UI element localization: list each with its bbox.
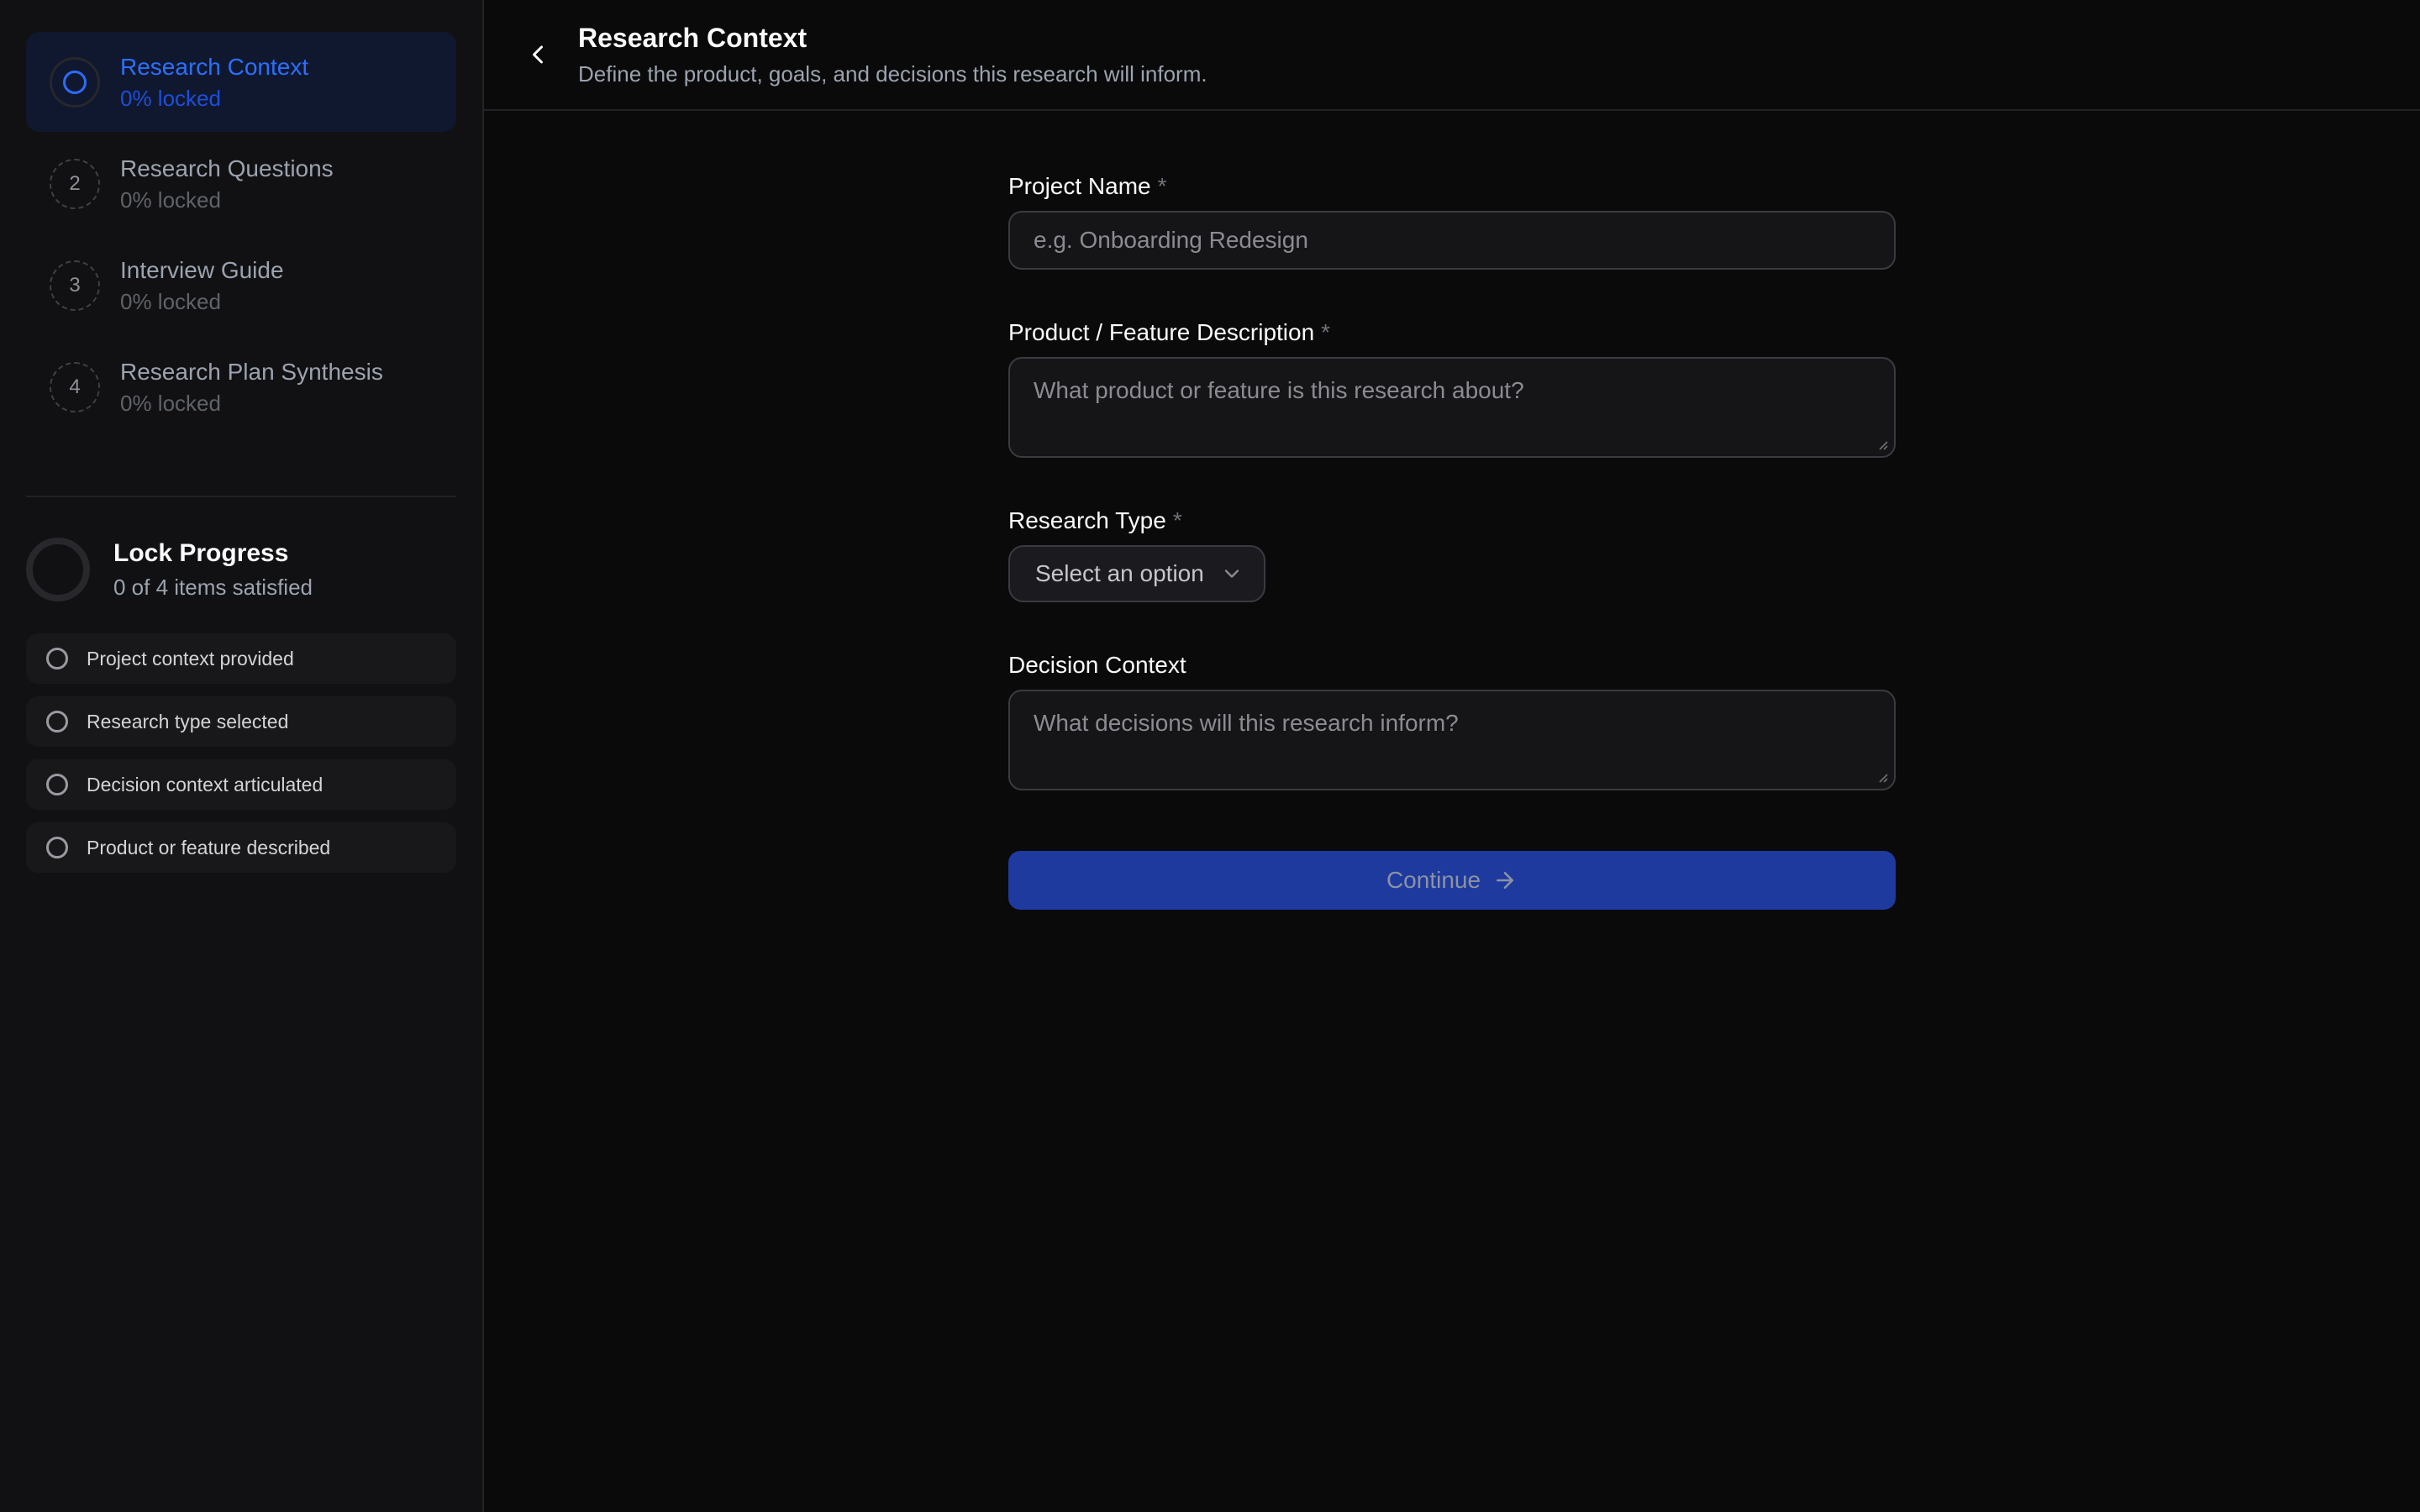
- step-locked-label: 0% locked: [120, 186, 334, 213]
- decision-context-textarea[interactable]: [1008, 690, 1896, 790]
- step-number-badge: 4: [50, 362, 100, 412]
- step-title: Research Context: [120, 53, 308, 81]
- circle-icon: [46, 711, 68, 732]
- chevron-left-icon: [523, 39, 553, 70]
- sidebar-step-interview-guide[interactable]: 3 Interview Guide 0% locked: [26, 235, 456, 335]
- project-name-label: Project Name *: [1008, 172, 1896, 201]
- page-title: Research Context: [578, 22, 1207, 54]
- product-description-label: Product / Feature Description *: [1008, 318, 1896, 347]
- step-text: Research Plan Synthesis 0% locked: [120, 358, 383, 417]
- label-text: Decision Context: [1008, 652, 1186, 678]
- main-panel: Research Context Define the product, goa…: [484, 0, 2420, 1512]
- step-number-badge: 3: [50, 260, 100, 311]
- project-name-group: Project Name *: [1008, 172, 1896, 270]
- lock-progress-section: Lock Progress 0 of 4 items satisfied: [26, 538, 456, 601]
- sidebar-step-research-plan-synthesis[interactable]: 4 Research Plan Synthesis 0% locked: [26, 337, 456, 437]
- research-context-form: Project Name * Product / Feature Descript…: [1008, 111, 1896, 910]
- sidebar-divider: [26, 496, 456, 497]
- step-list: Research Context 0% locked 2 Research Qu…: [26, 32, 456, 437]
- product-description-group: Product / Feature Description *: [1008, 318, 1896, 458]
- research-type-select[interactable]: Select an option: [1008, 545, 1265, 602]
- checklist-item: Decision context articulated: [26, 759, 456, 810]
- circle-icon: [46, 774, 68, 795]
- step-title: Interview Guide: [120, 256, 284, 285]
- checklist-item-label: Research type selected: [87, 711, 288, 733]
- lock-progress-text: Lock Progress 0 of 4 items satisfied: [113, 538, 313, 601]
- circle-icon: [46, 648, 68, 669]
- checklist-item-label: Product or feature described: [87, 837, 330, 859]
- label-text: Product / Feature Description: [1008, 319, 1314, 345]
- sidebar: Research Context 0% locked 2 Research Qu…: [0, 0, 484, 1512]
- required-asterisk: *: [1173, 507, 1182, 533]
- required-asterisk: *: [1321, 319, 1330, 345]
- sidebar-step-research-questions[interactable]: 2 Research Questions 0% locked: [26, 134, 456, 234]
- label-text: Research Type: [1008, 507, 1166, 533]
- sidebar-step-research-context[interactable]: Research Context 0% locked: [26, 32, 456, 132]
- step-title: Research Plan Synthesis: [120, 358, 383, 386]
- circle-icon: [46, 837, 68, 858]
- app-root: Research Context 0% locked 2 Research Qu…: [0, 0, 2420, 1512]
- checklist-item: Project context provided: [26, 633, 456, 684]
- step-locked-label: 0% locked: [120, 85, 308, 112]
- content-area: Project Name * Product / Feature Descript…: [484, 111, 2420, 1512]
- progress-ring-icon: [26, 538, 90, 601]
- textarea-wrapper: [1008, 690, 1896, 790]
- textarea-wrapper: [1008, 357, 1896, 458]
- lock-checklist: Project context provided Research type s…: [26, 633, 456, 873]
- checklist-item: Product or feature described: [26, 822, 456, 873]
- research-type-label: Research Type *: [1008, 507, 1896, 535]
- lock-progress-subtitle: 0 of 4 items satisfied: [113, 574, 313, 601]
- project-name-input[interactable]: [1008, 211, 1896, 270]
- decision-context-label: Decision Context: [1008, 651, 1896, 680]
- label-text: Project Name: [1008, 173, 1151, 199]
- step-locked-label: 0% locked: [120, 390, 383, 417]
- decision-context-group: Decision Context: [1008, 651, 1896, 790]
- required-asterisk: *: [1158, 173, 1167, 199]
- checklist-item-label: Project context provided: [87, 648, 294, 670]
- chevron-down-icon: [1220, 562, 1244, 585]
- step-text: Research Questions 0% locked: [120, 155, 334, 213]
- checklist-item-label: Decision context articulated: [87, 774, 323, 796]
- step-text: Research Context 0% locked: [120, 53, 308, 112]
- header-text: Research Context Define the product, goa…: [578, 22, 1207, 87]
- step-title: Research Questions: [120, 155, 334, 183]
- continue-label: Continue: [1386, 867, 1481, 894]
- arrow-right-icon: [1492, 868, 1518, 893]
- step-locked-label: 0% locked: [120, 288, 284, 315]
- page-subtitle: Define the product, goals, and decisions…: [578, 60, 1207, 87]
- product-description-textarea[interactable]: [1008, 357, 1896, 458]
- continue-button[interactable]: Continue: [1008, 851, 1896, 910]
- select-value: Select an option: [1035, 560, 1204, 587]
- step-text: Interview Guide 0% locked: [120, 256, 284, 315]
- page-header: Research Context Define the product, goa…: [484, 0, 2420, 111]
- active-step-circle-icon: [50, 57, 100, 108]
- step-number-badge: 2: [50, 159, 100, 209]
- research-type-group: Research Type * Select an option: [1008, 507, 1896, 602]
- back-button[interactable]: [519, 36, 556, 73]
- lock-progress-title: Lock Progress: [113, 538, 313, 569]
- checklist-item: Research type selected: [26, 696, 456, 747]
